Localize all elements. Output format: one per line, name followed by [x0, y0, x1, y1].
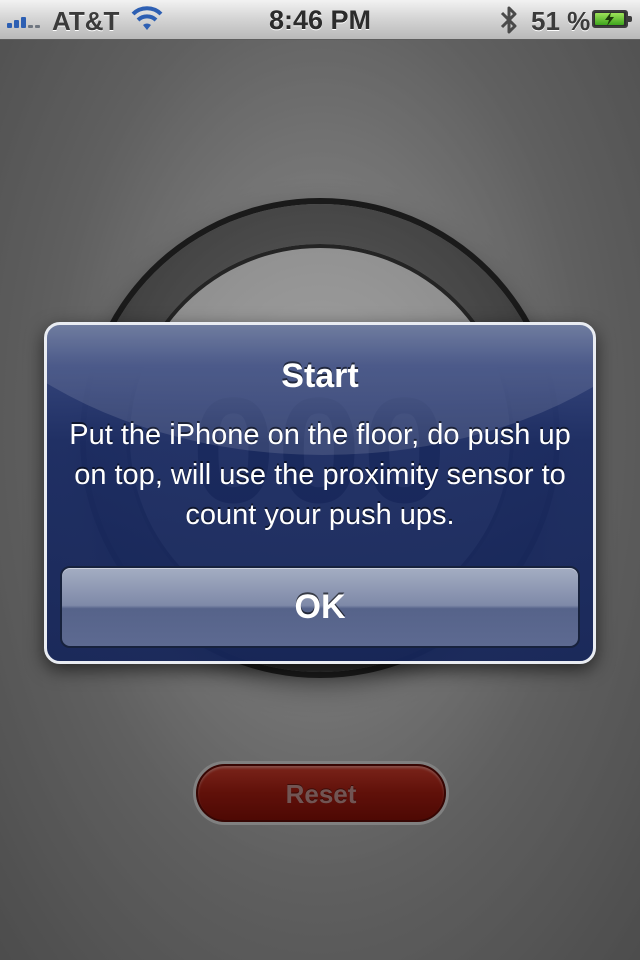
bluetooth-icon	[500, 6, 517, 34]
start-alert-dialog: Start Put the iPhone on the floor, do pu…	[44, 322, 596, 664]
ok-button-label: OK	[294, 588, 346, 626]
alert-title: Start	[281, 357, 359, 395]
status-bar: AT&T 8:46 PM 51 %	[0, 0, 640, 40]
battery-charging-icon	[592, 10, 632, 28]
alert-message: Put the iPhone on the floor, do push up …	[69, 419, 571, 531]
battery-percent: 51 %	[531, 6, 591, 36]
ok-button[interactable]: OK	[60, 566, 580, 648]
